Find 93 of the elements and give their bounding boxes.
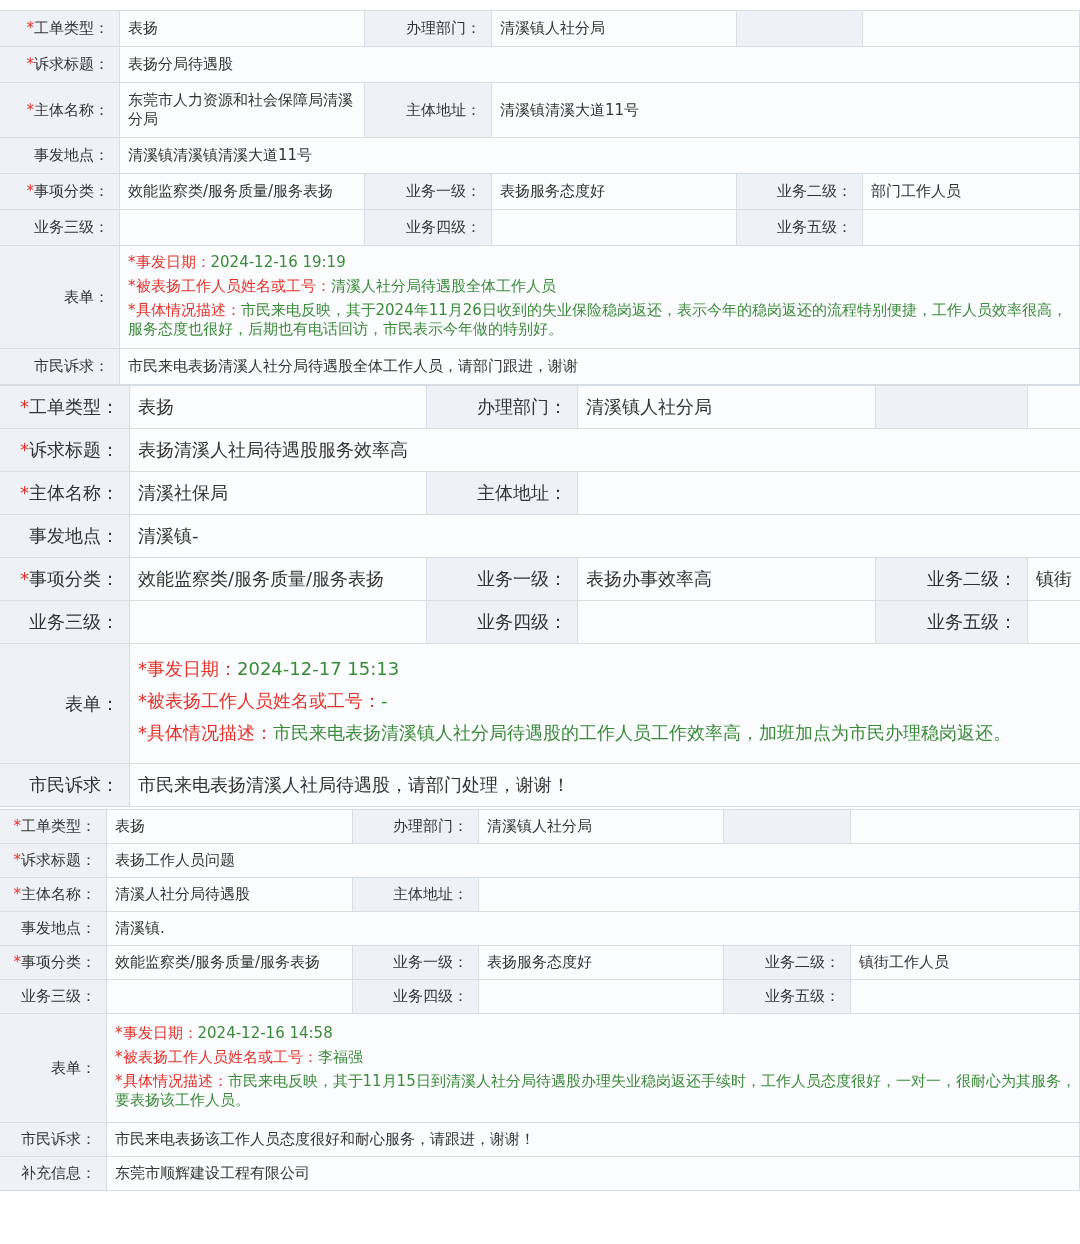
field-label: 办理部门：: [393, 817, 468, 836]
field-value: 清溪人社分局待遇股: [115, 885, 250, 904]
field-label: 事发地点：: [29, 525, 119, 547]
field-value: 清溪镇清溪大道11号: [500, 100, 640, 120]
field-label: 事项分类：: [21, 953, 96, 972]
field-label: 主体地址：: [477, 482, 567, 504]
field-label: 事项分类：: [29, 568, 119, 590]
field-value: 镇街: [1036, 568, 1072, 590]
field-value: 部门工作人员: [871, 182, 961, 201]
field-value: 镇街工作人员: [859, 953, 949, 972]
detail-line: *事发日期：2024-12-16 14:58: [115, 1024, 334, 1043]
required-mark: *: [13, 885, 21, 904]
field-label: 工单类型：: [29, 396, 119, 418]
required-mark: *: [26, 100, 34, 120]
required-mark: *: [13, 851, 21, 870]
field-value: 效能监察类/服务质量/服务表扬: [128, 182, 334, 201]
field-label: 业务一级：: [406, 182, 481, 201]
field-value: 表扬工作人员问题: [115, 851, 235, 870]
field-value: 东莞市人力资源和社会保障局清溪分局: [128, 91, 354, 129]
field-label: 业务二级：: [927, 568, 1017, 590]
field-label: 办理部门：: [477, 396, 567, 418]
detail-line: *被表扬工作人员姓名或工号：清溪人社分局待遇股全体工作人员: [128, 277, 557, 296]
field-value: 市民来电表扬清溪人社分局待遇股全体工作人员，请部门跟进，谢谢: [128, 357, 578, 376]
field-value: 表扬: [115, 817, 145, 836]
field-label: 市民诉求：: [29, 774, 119, 796]
required-mark: *: [13, 817, 21, 836]
detail-line: *具体情况描述：市民来电反映，其于11月15日到清溪人社分局待遇股办理失业稳岗返还手续时，工作人员态度很好，一对一，很耐心为其服务，要表扬该工作人员。: [115, 1072, 1077, 1110]
field-value: 表扬分局待遇股: [128, 55, 233, 74]
field-label: 主体地址：: [393, 885, 468, 904]
required-mark: *: [26, 182, 34, 201]
field-value: 清溪镇-: [138, 525, 199, 547]
field-label: 业务五级：: [777, 218, 852, 237]
field-label: 业务三级：: [29, 611, 119, 633]
required-mark: *: [26, 19, 34, 38]
field-value: 效能监察类/服务质量/服务表扬: [138, 568, 385, 590]
field-label: 事发地点：: [34, 146, 109, 165]
field-value: 表扬: [128, 19, 158, 38]
field-label: 表单：: [65, 692, 119, 715]
field-label: 事项分类：: [34, 182, 109, 201]
field-label: 业务四级：: [477, 611, 567, 633]
field-label: 业务五级：: [765, 987, 840, 1006]
field-value: 表扬服务态度好: [500, 182, 605, 201]
field-label: 业务四级：: [406, 218, 481, 237]
detail-line: *具体情况描述：市民来电反映，其于2024年11月26日收到的失业保险稳岗返还，表示今年的稳岗返还的流程特别便捷，工作人员效率很高，服务态度也很好，后期也有电话回访，市民表示今年做的特别好。: [128, 301, 1068, 339]
field-label: 业务一级：: [393, 953, 468, 972]
field-label: 业务四级：: [393, 987, 468, 1006]
field-label: 业务一级：: [477, 568, 567, 590]
required-mark: *: [20, 439, 29, 461]
detail-line: *被表扬工作人员姓名或工号：-: [138, 689, 389, 713]
field-value: 表扬办事效率高: [586, 568, 712, 590]
field-value: 市民来电表扬清溪人社局待遇股，请部门处理，谢谢！: [138, 774, 570, 796]
field-label: 主体名称：: [34, 100, 109, 120]
required-mark: *: [20, 396, 29, 418]
field-label: 主体名称：: [29, 482, 119, 504]
field-value: 清溪社保局: [138, 482, 228, 504]
detail-line: *具体情况描述：市民来电表扬清溪镇人社分局待遇股的工作人员工作效率高，加班加点为市民办理稳岗返还。: [138, 721, 1012, 745]
field-value: 表扬: [138, 396, 174, 418]
field-label: 诉求标题：: [21, 851, 96, 870]
field-value: 清溪镇人社分局: [500, 19, 605, 38]
field-label: 工单类型：: [21, 817, 96, 836]
field-value: 东莞市顺辉建设工程有限公司: [115, 1164, 310, 1183]
required-mark: *: [20, 482, 29, 504]
field-label: 主体名称：: [21, 885, 96, 904]
field-value: 清溪镇清溪镇清溪大道11号: [128, 146, 313, 165]
field-value: 市民来电表扬该工作人员态度很好和耐心服务，请跟进，谢谢！: [115, 1130, 535, 1149]
detail-line: *被表扬工作人员姓名或工号：李福强: [115, 1048, 364, 1067]
field-label: 办理部门：: [406, 19, 481, 38]
field-value: 清溪镇.: [115, 919, 165, 938]
field-label: 业务三级：: [21, 987, 96, 1006]
field-value: 清溪镇人社分局: [487, 817, 592, 836]
required-mark: *: [20, 568, 29, 590]
field-label: 主体地址：: [406, 100, 481, 120]
field-value: 表扬清溪人社局待遇股服务效率高: [138, 439, 408, 461]
field-label: 业务二级：: [765, 953, 840, 972]
required-mark: *: [26, 55, 34, 74]
field-label: 业务二级：: [777, 182, 852, 201]
field-label: 市民诉求：: [34, 357, 109, 376]
field-label: 表单：: [51, 1058, 96, 1078]
field-label: 工单类型：: [34, 19, 109, 38]
required-mark: *: [13, 953, 21, 972]
field-label: 事发地点：: [21, 919, 96, 938]
field-value: 表扬服务态度好: [487, 953, 592, 972]
field-value: 效能监察类/服务质量/服务表扬: [115, 953, 321, 972]
field-label: 表单：: [64, 287, 109, 307]
field-label: 诉求标题：: [34, 55, 109, 74]
detail-line: *事发日期：2024-12-17 15:13: [138, 657, 401, 681]
field-label: 业务三级：: [34, 218, 109, 237]
field-label: 诉求标题：: [29, 439, 119, 461]
field-label: 补充信息：: [21, 1164, 96, 1183]
field-label: 业务五级：: [927, 611, 1017, 633]
field-label: 市民诉求：: [21, 1130, 96, 1149]
detail-line: *事发日期：2024-12-16 19:19: [128, 253, 347, 272]
field-value: 清溪镇人社分局: [586, 396, 712, 418]
